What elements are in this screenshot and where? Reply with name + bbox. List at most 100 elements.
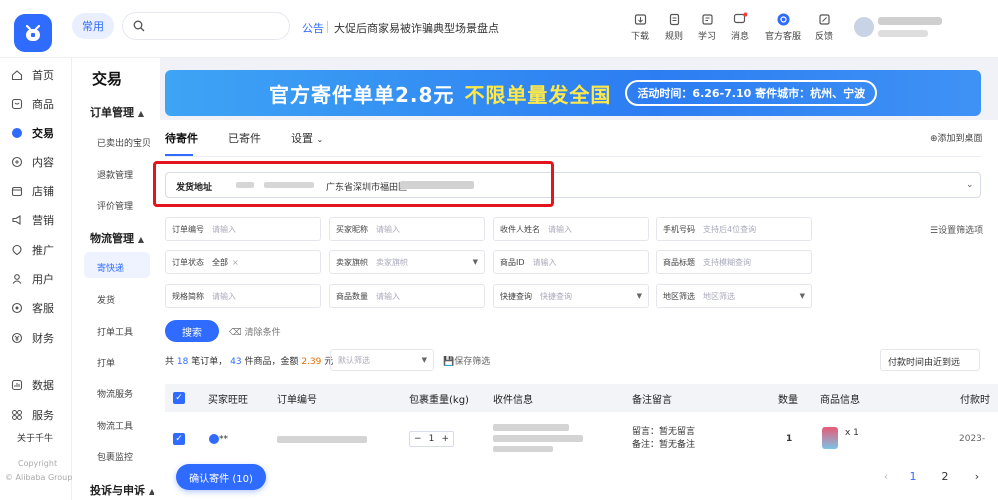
filter-goods-id[interactable]: 商品ID 请输入 xyxy=(493,250,649,274)
note-remark: 备注：暂无备注 xyxy=(632,440,696,450)
sort-select[interactable]: 付款时间由近到远 xyxy=(880,349,980,371)
filter-placeholder: 请输入 xyxy=(376,224,400,234)
submenu-group-logistics[interactable]: 物流管理 ▲ xyxy=(90,230,144,246)
nav-item-marketing[interactable]: 营销 xyxy=(10,210,54,230)
plus-icon[interactable]: + xyxy=(441,434,449,444)
filter-settings-link[interactable]: ☰设置筛选项 xyxy=(930,223,983,236)
filter-seller-flag[interactable]: 卖家旗帜 卖家旗帜 ▼ xyxy=(329,250,485,274)
col-weight: 包裹重量(kg) xyxy=(409,395,469,406)
tab-pending[interactable]: 待寄件 xyxy=(165,130,198,146)
tab-settings[interactable]: 设置 ⌄ xyxy=(291,130,323,146)
save-filter-button[interactable]: 💾保存筛选 xyxy=(443,354,490,367)
filter-receiver-name[interactable]: 收件人姓名 请输入 xyxy=(493,217,649,241)
submenu-item-review[interactable]: 评价管理 xyxy=(97,199,133,212)
nav-item-goods[interactable]: 商品 xyxy=(10,94,54,114)
goods-thumbnail[interactable] xyxy=(822,427,838,449)
trade-icon xyxy=(10,127,23,140)
goods-icon xyxy=(10,98,23,111)
filter-placeholder: 地区筛选 xyxy=(703,291,735,301)
search-button[interactable]: 搜索 xyxy=(165,320,219,342)
tabs-divider xyxy=(165,156,981,157)
summary-goods: 43 xyxy=(230,357,242,367)
filter-quick-query[interactable]: 快捷查询 快捷查询 ▼ xyxy=(493,284,649,308)
submenu-item-logistics-service[interactable]: 物流服务 xyxy=(97,387,133,400)
submenu-item-sold[interactable]: 已卖出的宝贝 xyxy=(97,136,151,149)
filter-region[interactable]: 地区筛选 地区筛选 ▼ xyxy=(656,284,812,308)
note-message: 留言：暂无留言 xyxy=(632,427,696,437)
learn-button[interactable]: 学习 xyxy=(689,12,725,42)
nav-item-data[interactable]: 数据 xyxy=(10,375,54,395)
feedback-button[interactable]: 反馈 xyxy=(806,12,842,42)
filter-placeholder: 请输入 xyxy=(376,291,400,301)
buyer-cell[interactable]: ** xyxy=(209,434,228,445)
rules-button[interactable]: 规则 xyxy=(656,12,692,42)
submenu-item-send-express[interactable]: 寄快递 xyxy=(97,261,124,274)
weight-stepper[interactable]: −1 + xyxy=(409,431,454,447)
filter-goods-quantity[interactable]: 商品数量 请输入 xyxy=(329,284,485,308)
confirm-send-button[interactable]: 确认寄件 (10) xyxy=(176,464,266,490)
nav-item-content[interactable]: 内容 xyxy=(10,152,54,172)
notice-tag[interactable]: 公告 xyxy=(302,20,324,36)
about-link[interactable]: 关于千牛 xyxy=(17,431,53,444)
nav-item-finance[interactable]: 财务 xyxy=(10,328,54,348)
promo-banner[interactable]: 官方寄件单单2.8元 不限单量发全国 活动时间：6.26-7.10 寄件城市：杭… xyxy=(165,70,981,116)
filter-order-status[interactable]: 订单状态 全部 × xyxy=(165,250,321,274)
tab-sent[interactable]: 已寄件 xyxy=(228,130,261,146)
filter-goods-title[interactable]: 商品标题 支持模糊查询 xyxy=(656,250,812,274)
search-input[interactable] xyxy=(122,12,290,40)
download-button[interactable]: 下载 xyxy=(622,12,658,42)
shop-icon xyxy=(10,185,23,198)
group-label: 物流管理 xyxy=(90,232,134,245)
submenu-item-print[interactable]: 打单 xyxy=(97,356,115,369)
notice-text[interactable]: 大促后商家易被诈骗典型场景盘点 xyxy=(334,20,499,36)
submenu-item-ship[interactable]: 发货 xyxy=(97,293,115,306)
clear-icon[interactable]: × xyxy=(232,258,239,267)
minus-icon[interactable]: − xyxy=(414,434,422,444)
page-2[interactable]: 2 xyxy=(935,470,955,483)
nav-item-trade[interactable]: 交易 xyxy=(10,123,54,143)
receiver-redacted xyxy=(493,435,583,442)
submenu-item-logistics-tool[interactable]: 物流工具 xyxy=(97,419,133,432)
prev-page-icon[interactable]: ‹ xyxy=(876,470,896,483)
filter-buyer-nick[interactable]: 买家昵称 请输入 xyxy=(329,217,485,241)
chevron-down-icon: ▼ xyxy=(799,292,805,300)
submenu-item-refund[interactable]: 退款管理 xyxy=(97,168,133,181)
add-to-desktop-link[interactable]: ⊕添加到桌面 xyxy=(930,131,983,144)
save-filter-label: 保存筛选 xyxy=(454,357,491,367)
next-page-icon[interactable]: › xyxy=(967,470,987,483)
nav-item-service[interactable]: 服务 xyxy=(10,405,54,425)
filter-order-number[interactable]: 订单编号 请输入 xyxy=(165,217,321,241)
official-service-button[interactable]: 官方客服 xyxy=(762,12,804,42)
filter-spec-short[interactable]: 规格简称 请输入 xyxy=(165,284,321,308)
submenu-group-order[interactable]: 订单管理 ▲ xyxy=(90,104,144,120)
app-logo[interactable] xyxy=(14,14,52,52)
nav-item-home[interactable]: 首页 xyxy=(10,65,54,85)
submenu-item-package-monitor[interactable]: 包裹监控 xyxy=(97,450,133,463)
page-1[interactable]: 1 xyxy=(903,470,923,483)
nav-label: 推广 xyxy=(32,244,54,257)
avatar[interactable] xyxy=(854,17,874,37)
nav-item-user[interactable]: 用户 xyxy=(10,269,54,289)
default-filter-select[interactable]: 默认筛选 ▼ xyxy=(330,349,434,371)
clear-filters-button[interactable]: ⌫ 清除条件 xyxy=(229,325,281,338)
chevron-up-icon: ▲ xyxy=(137,109,144,118)
submenu-group-complaint[interactable]: 投诉与申诉 ▲ xyxy=(90,482,155,498)
message-button[interactable]: 消息 xyxy=(722,12,758,42)
nav-item-promotion[interactable]: 推广 xyxy=(10,240,54,260)
nav-item-customer-service[interactable]: 客服 xyxy=(10,298,54,318)
message-label: 消息 xyxy=(730,32,749,42)
filter-phone[interactable]: 手机号码 支持后4位查询 xyxy=(656,217,812,241)
account-name-redacted[interactable] xyxy=(878,17,942,25)
common-pill-button[interactable]: 常用 xyxy=(72,13,114,39)
filter-placeholder: 支持后4位查询 xyxy=(703,224,757,234)
submenu-item-print-tool[interactable]: 打单工具 xyxy=(97,325,133,338)
filter-label: 手机号码 xyxy=(663,224,695,234)
nav-item-shop[interactable]: 店铺 xyxy=(10,181,54,201)
select-all-checkbox[interactable]: ✓ xyxy=(173,392,185,404)
filter-label: 订单状态 xyxy=(172,257,204,267)
filter-label: 地区筛选 xyxy=(663,291,695,301)
row-checkbox[interactable]: ✓ xyxy=(173,433,185,445)
marketing-icon xyxy=(10,214,23,227)
filter-label: 规格简称 xyxy=(172,291,204,301)
save-icon: 💾 xyxy=(443,357,455,367)
